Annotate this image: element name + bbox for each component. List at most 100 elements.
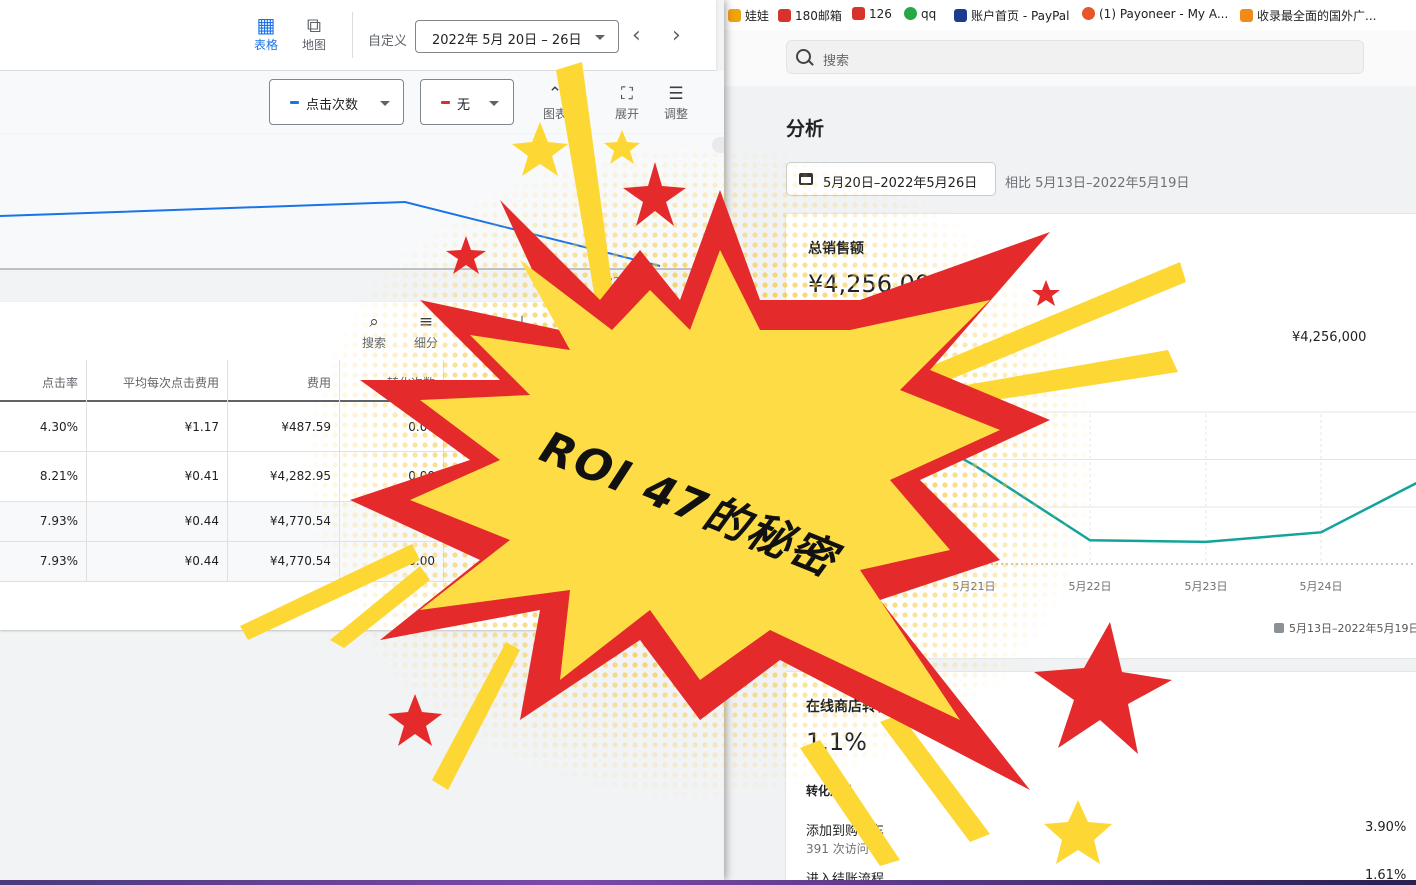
legend-previous-label: 5月13日–2022年5月19日 <box>1289 622 1416 635</box>
chevron-down-icon <box>595 35 605 40</box>
columns-button[interactable]: ▥ 列 <box>455 310 495 351</box>
page-title: 分析 <box>786 118 825 140</box>
bookmark-paypal[interactable]: 账户首页 - PayPal <box>954 7 1070 24</box>
x-tick-label: 5月23日 <box>1185 580 1228 593</box>
column-divider <box>443 360 444 582</box>
bookmark-label: (1) Payoneer - My A... <box>1099 7 1229 21</box>
bookmark-icon <box>904 7 917 20</box>
view-table-label: 表格 <box>253 38 278 52</box>
expand-button[interactable]: ⛶ 展开 <box>604 83 650 122</box>
bookmark-dolls[interactable]: 娃娃 <box>728 7 769 24</box>
col-avg-cpc[interactable]: 平均每次点击费用 <box>123 374 219 391</box>
bookmark-icon <box>778 9 791 22</box>
bookmark-qq[interactable]: qq <box>904 7 936 21</box>
x-tick-label: 5月22日 <box>1069 580 1112 593</box>
view-map-button[interactable]: ⧉ 地图 <box>292 14 336 53</box>
bookmark-ads-directory[interactable]: 收录最全面的国外广... <box>1240 7 1376 24</box>
clicks-line-chart: 128 <box>0 134 724 270</box>
funnel-step-label: 添加到购物车 <box>806 824 885 839</box>
metric-select-none[interactable]: 无 <box>420 79 514 125</box>
previous-period-button[interactable]: ‹ <box>632 24 641 48</box>
table-search-button[interactable]: ⌕ 搜索 <box>354 310 394 351</box>
date-range-select[interactable]: 2022年 5月 20日 – 26日 <box>415 20 619 53</box>
chart-controls: 点击次数 无 ⌃ 图表 ⛶ 展开 ☰ 调整 <box>0 71 724 133</box>
column-divider <box>86 360 87 582</box>
total-sales-value: ¥4,256,000 <box>808 270 946 298</box>
bookmark-label: 180邮箱 <box>795 9 842 23</box>
table-search-label: 搜索 <box>361 336 386 350</box>
chart-baseline <box>0 268 716 270</box>
bookmark-icon <box>852 7 865 20</box>
bookmark-180mail[interactable]: 180邮箱 <box>778 7 842 24</box>
metric-select-clicks[interactable]: 点击次数 <box>269 79 404 125</box>
cell-conversions: 0.00 <box>408 554 435 568</box>
bookmark-label: qq <box>921 7 937 21</box>
conversion-card: 在线商店转化 1.1% 转化漏斗 添加到购物车 391 次访问 3.90% 进入… <box>786 672 1416 885</box>
chart-type-label: 图表 <box>542 107 567 121</box>
clicks-series-line <box>0 200 661 267</box>
bookmark-icon <box>1240 9 1253 22</box>
metric-color-marker <box>441 101 450 104</box>
x-tick-label: 5月21日 <box>953 580 996 593</box>
col-ctr[interactable]: 点击率 <box>42 374 78 391</box>
date-range-value: 2022年 5月 20日 – 26日 <box>432 33 582 48</box>
date-range-button[interactable]: 5月20日–2022年5月26日 <box>786 162 996 196</box>
legend-previous-period: 5月13日–2022年5月19日 <box>1274 620 1416 636</box>
col-cost[interactable]: 费用 <box>307 374 331 391</box>
segment-label: 细分 <box>413 336 438 350</box>
legend-swatch <box>1274 623 1284 633</box>
column-divider <box>227 360 228 582</box>
table-icon: ▦ <box>256 13 276 37</box>
view-map-label: 地图 <box>301 38 326 52</box>
expand-icon: ⛶ <box>621 84 633 104</box>
columns-icon: ▥ <box>466 312 484 332</box>
bookmark-126[interactable]: 126 <box>852 7 892 21</box>
search-placeholder: 搜索 <box>823 54 850 69</box>
funnel-step-sub: 391 次访问 <box>806 842 869 856</box>
metric-2-label: 无 <box>457 98 471 113</box>
tree-map-icon: ⧉ <box>306 13 322 37</box>
view-table-button[interactable]: ▦ 表格 <box>244 14 288 53</box>
date-range-label: 5月20日–2022年5月26日 <box>823 176 978 191</box>
col-conversions[interactable]: 转化次数 <box>387 374 435 391</box>
sales-series-line <box>845 394 1416 544</box>
cell-avg-cpc: ¥0.44 <box>184 554 219 568</box>
bookmark-payoneer[interactable]: (1) Payoneer - My A... <box>1082 7 1228 21</box>
compare-label: 相比 5月13日–2022年5月19日 <box>1005 176 1190 191</box>
chart-type-button[interactable]: ⌃ 图表 <box>532 83 578 122</box>
chart-date-label: 2022年 <box>592 275 631 288</box>
column-divider <box>339 360 340 582</box>
bookmark-label: 娃娃 <box>745 9 770 23</box>
cell-ctr: 4.30% <box>39 420 78 434</box>
paypal-icon <box>954 9 967 22</box>
cell-cost: ¥4,770.54 <box>269 514 331 528</box>
taskbar <box>0 880 1416 885</box>
conversion-title: 在线商店转化 <box>806 699 890 715</box>
cell-ctr: 8.21% <box>39 469 78 483</box>
cell-ctr: 7.93% <box>39 514 78 528</box>
cell-avg-cpc: ¥0.41 <box>184 469 219 483</box>
total-sales-title: 总销售额 <box>808 241 864 257</box>
badge-bg <box>712 137 724 153</box>
funnel-step-pct: 3.90% <box>1365 820 1407 835</box>
cell-cost: ¥487.59 <box>281 420 331 434</box>
next-period-button[interactable]: › <box>672 24 681 48</box>
adjust-button[interactable]: ☰ 调整 <box>653 83 699 122</box>
cell-conversions: 0.00 <box>408 514 435 528</box>
columns-label: 列 <box>468 336 481 350</box>
expand-label: 展开 <box>614 107 639 121</box>
total-sales-card: 总销售额 ¥4,256,000 ¥4,256,000 5月21日 5月22日 5月2… <box>786 214 1416 658</box>
x-tick-label: 5月24日 <box>1300 580 1343 593</box>
download-button[interactable]: ⤓ 下载 <box>502 310 542 351</box>
cell-cost: ¥4,770.54 <box>269 554 331 568</box>
search-icon <box>796 49 811 64</box>
cell-avg-cpc: ¥0.44 <box>184 514 219 528</box>
metric-1-label: 点击次数 <box>306 98 359 113</box>
custom-range-label: 自定义 <box>368 34 408 49</box>
top-bar: 搜索 <box>722 30 1416 86</box>
adjust-label: 调整 <box>663 107 688 121</box>
table-row: 7.93% ¥0.44 ¥4,770.54 0.00 <box>0 542 716 582</box>
table-row: 7.93% ¥0.44 ¥4,770.54 0.00 <box>0 502 716 542</box>
segment-button[interactable]: ≡ 细分 <box>406 310 446 351</box>
search-input[interactable]: 搜索 <box>786 40 1364 74</box>
